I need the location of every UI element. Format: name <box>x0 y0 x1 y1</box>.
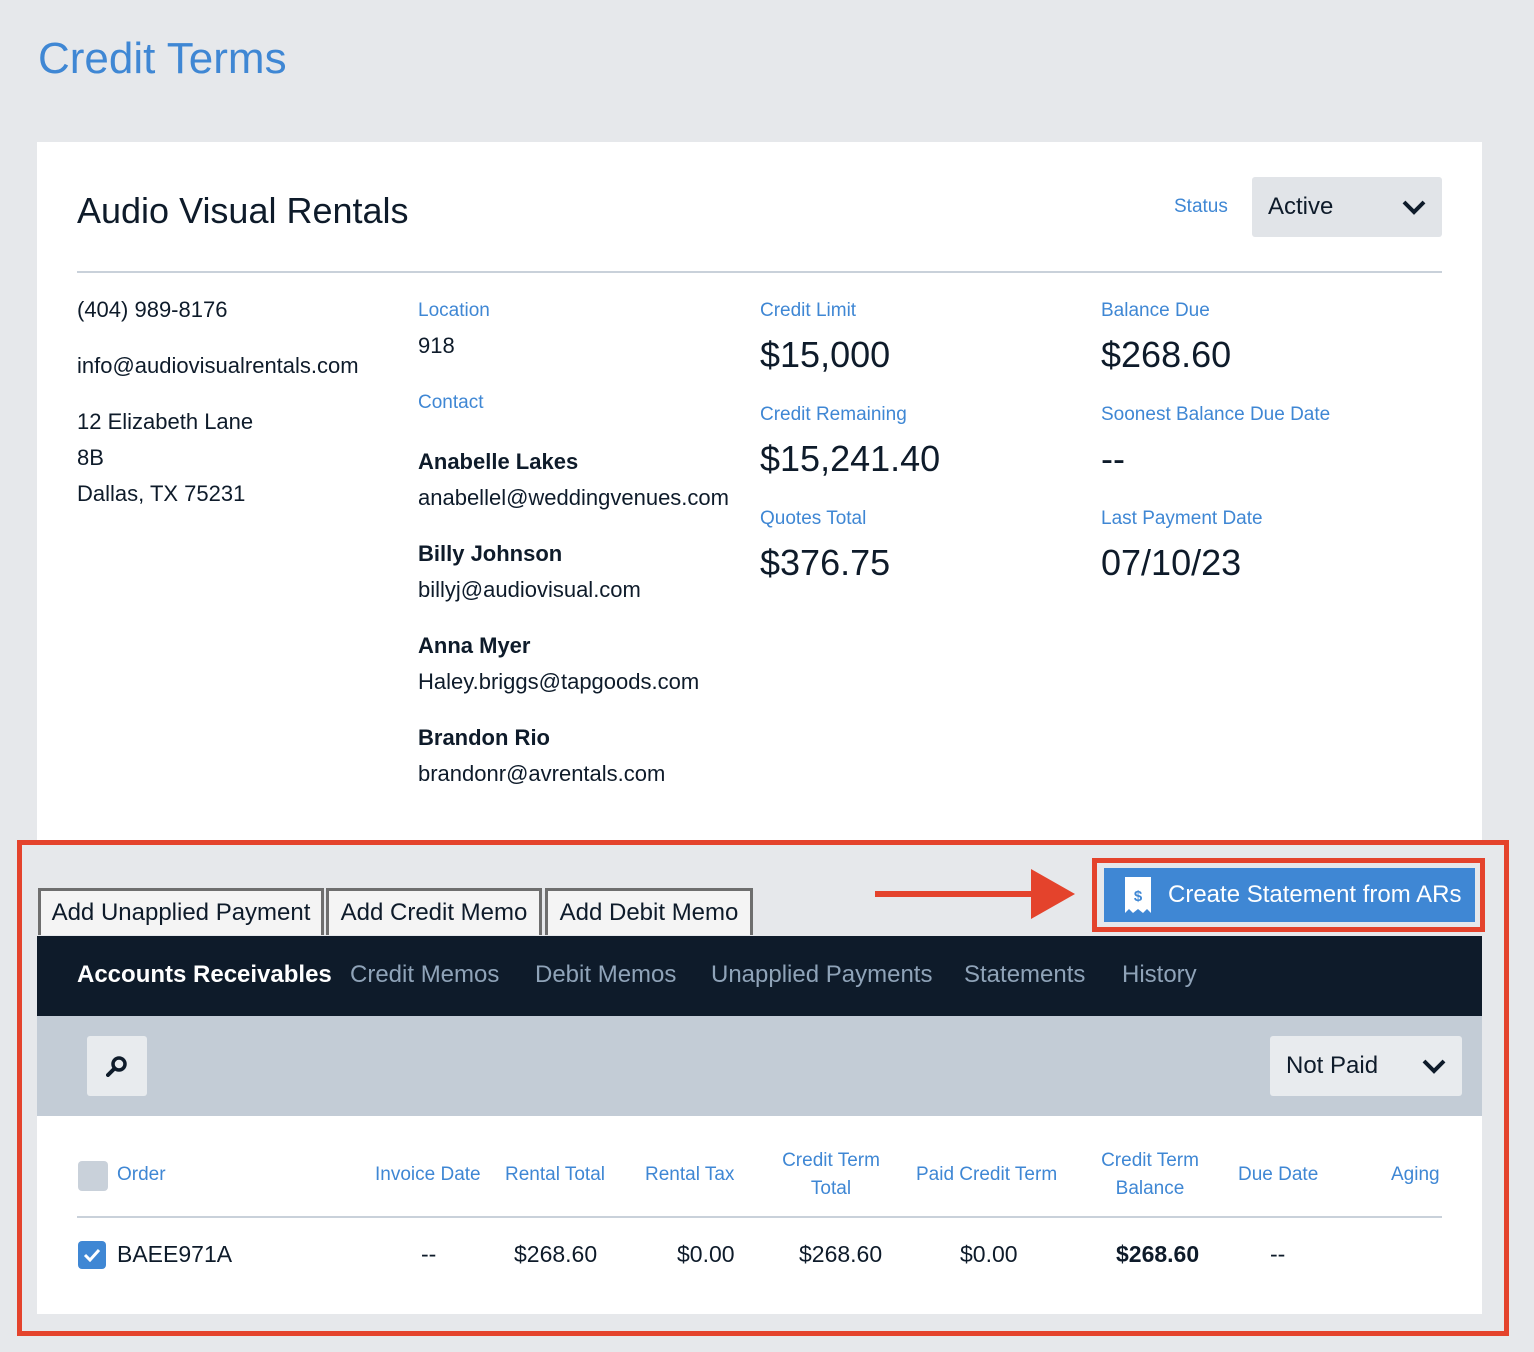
add-debit-memo-button[interactable]: Add Debit Memo <box>545 888 753 935</box>
contact-email[interactable]: anabellel@weddingvenues.com <box>418 485 729 511</box>
column-header-invoice-date[interactable]: Invoice Date <box>375 1161 481 1189</box>
tab-unapplied-payments[interactable]: Unapplied Payments <box>711 961 932 989</box>
location-value: 918 <box>418 333 455 358</box>
search-button[interactable] <box>87 1036 147 1096</box>
tab-accounts-receivables[interactable]: Accounts Receivables <box>77 961 332 989</box>
add-unapplied-payment-button[interactable]: Add Unapplied Payment <box>38 888 324 935</box>
contact-name: Anabelle Lakes <box>418 449 579 474</box>
header-line: Total <box>810 1178 852 1199</box>
cell-order[interactable]: BAEE971A <box>117 1241 232 1268</box>
location-label: Location <box>418 300 490 321</box>
credit-limit-value: $15,000 <box>760 334 891 375</box>
cell-due-date: -- <box>1270 1241 1286 1267</box>
receipt-icon: $ <box>1125 877 1151 913</box>
select-all-checkbox[interactable] <box>78 1161 108 1191</box>
tab-credit-memos[interactable]: Credit Memos <box>350 961 499 989</box>
row-checkbox[interactable] <box>78 1241 106 1269</box>
tab-statements[interactable]: Statements <box>964 961 1085 989</box>
header-line: Credit Term <box>782 1150 880 1171</box>
column-header-credit-term-total[interactable]: Credit Term Total <box>765 1147 897 1203</box>
column-header-aging[interactable]: Aging <box>1391 1161 1440 1189</box>
credit-remaining-value: $15,241.40 <box>760 438 941 479</box>
create-statement-button[interactable]: $ Create Statement from ARs <box>1104 868 1475 922</box>
credit-limit-label: Credit Limit <box>760 300 857 321</box>
contact-name: Billy Johnson <box>418 541 563 566</box>
cell-credit-term-balance: $268.60 <box>1116 1241 1200 1267</box>
arrow-head <box>1031 869 1075 919</box>
page-title: Credit Terms <box>38 34 287 83</box>
svg-text:$: $ <box>1134 888 1143 905</box>
tab-history[interactable]: History <box>1122 961 1197 989</box>
column-header-rental-tax[interactable]: Rental Tax <box>645 1161 734 1189</box>
column-header-order[interactable]: Order <box>117 1161 166 1189</box>
contact-email[interactable]: brandonr@avrentals.com <box>418 761 665 787</box>
status-label: Status <box>1174 196 1228 217</box>
address-line1: 12 Elizabeth Lane <box>77 409 254 434</box>
column-header-paid-credit-term[interactable]: Paid Credit Term <box>916 1161 1057 1189</box>
header-line: Credit Term <box>1101 1150 1199 1171</box>
cell-rental-tax: $0.00 <box>677 1241 735 1267</box>
credit-remaining-label: Credit Remaining <box>760 404 907 425</box>
chevron-down-icon <box>1422 1059 1446 1074</box>
contact-email[interactable]: billyj@audiovisual.com <box>418 577 641 603</box>
contact-label: Contact <box>418 392 484 413</box>
last-payment-label: Last Payment Date <box>1101 508 1263 529</box>
add-credit-memo-button[interactable]: Add Credit Memo <box>326 888 542 935</box>
tab-debit-memos[interactable]: Debit Memos <box>535 961 676 989</box>
column-header-due-date[interactable]: Due Date <box>1238 1161 1318 1189</box>
status-select[interactable]: Active <box>1252 177 1442 237</box>
soonest-due-value: -- <box>1101 438 1125 479</box>
company-phone: (404) 989-8176 <box>77 297 228 322</box>
last-payment-value: 07/10/23 <box>1101 542 1242 583</box>
payment-status-value: Not Paid <box>1286 1052 1379 1079</box>
cell-invoice-date: -- <box>421 1241 437 1267</box>
quotes-total-label: Quotes Total <box>760 508 867 529</box>
column-header-rental-total[interactable]: Rental Total <box>505 1161 605 1189</box>
checkmark-icon <box>83 1248 101 1262</box>
balance-due-value: $268.60 <box>1101 334 1232 375</box>
arrow-annotation <box>875 891 1035 897</box>
cell-credit-term-total: $268.60 <box>799 1241 883 1267</box>
column-header-credit-term-balance[interactable]: Credit Term Balance <box>1084 1147 1216 1203</box>
credit-term-card <box>37 142 1482 842</box>
contact-email[interactable]: Haley.briggs@tapgoods.com <box>418 669 699 695</box>
header-divider <box>77 271 1442 273</box>
cell-paid-credit-term: $0.00 <box>960 1241 1018 1267</box>
header-line: Balance <box>1115 1178 1185 1199</box>
ar-table <box>37 1116 1482 1314</box>
company-name: Audio Visual Rentals <box>77 190 409 231</box>
address-line2: 8B <box>77 445 104 470</box>
address-line3: Dallas, TX 75231 <box>77 481 246 506</box>
quotes-total-value: $376.75 <box>760 542 891 583</box>
status-value: Active <box>1268 193 1334 220</box>
payment-status-select[interactable]: Not Paid <box>1270 1036 1462 1096</box>
soonest-due-label: Soonest Balance Due Date <box>1101 404 1331 425</box>
company-email: info@audiovisualrentals.com <box>77 353 359 378</box>
cell-rental-total: $268.60 <box>514 1241 598 1267</box>
filter-bar <box>37 1016 1482 1116</box>
contact-name: Brandon Rio <box>418 725 550 750</box>
balance-due-label: Balance Due <box>1101 300 1210 321</box>
search-icon <box>106 1056 127 1077</box>
create-statement-label: Create Statement from ARs <box>1168 881 1462 908</box>
table-header-divider <box>77 1216 1442 1218</box>
contact-name: Anna Myer <box>418 633 531 658</box>
chevron-down-icon <box>1402 200 1426 215</box>
